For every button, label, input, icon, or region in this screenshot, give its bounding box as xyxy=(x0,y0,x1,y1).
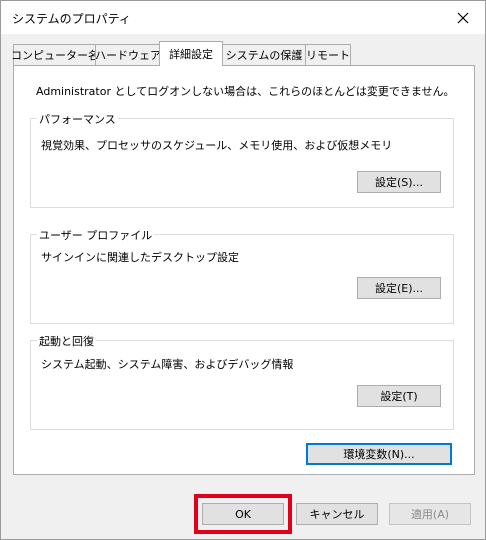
tab-computer-name[interactable]: コンピューター名 xyxy=(11,44,99,65)
startup-recovery-group-title: 起動と回復 xyxy=(37,333,96,349)
window-title: システムのプロパティ xyxy=(12,12,131,26)
performance-group: パフォーマンス 視覚効果、プロセッサのスケジュール、メモリ使用、および仮想メモリ… xyxy=(30,111,454,208)
tab-hardware[interactable]: ハードウェア xyxy=(95,44,161,65)
user-profile-description: サインインに関連したデスクトップ設定 xyxy=(41,251,239,264)
advanced-tab-panel: Administrator としてログオンしない場合は、これらのほとんどは変更で… xyxy=(13,65,475,475)
environment-variables-button[interactable]: 環境変数(N)... xyxy=(306,443,452,465)
user-profile-group: ユーザー プロファイル サインインに関連したデスクトップ設定 設定(E)... xyxy=(30,227,454,324)
apply-button[interactable]: 適用(A) xyxy=(389,503,471,525)
system-properties-dialog: システムのプロパティ コンピューター名 ハードウェア 詳細設定 システムの保護 … xyxy=(0,0,486,540)
tab-advanced[interactable]: 詳細設定 xyxy=(159,41,223,66)
title-bar[interactable]: システムのプロパティ xyxy=(1,1,485,34)
user-profile-settings-button[interactable]: 設定(E)... xyxy=(357,277,441,299)
user-profile-group-title: ユーザー プロファイル xyxy=(37,227,155,243)
performance-settings-button[interactable]: 設定(S)... xyxy=(357,171,441,193)
close-button[interactable] xyxy=(441,1,485,34)
startup-recovery-group: 起動と回復 システム起動、システム障害、およびデバッグ情報 設定(T) xyxy=(30,333,454,430)
tab-remote[interactable]: リモート xyxy=(305,44,351,65)
startup-recovery-settings-button[interactable]: 設定(T) xyxy=(357,385,441,407)
close-icon xyxy=(457,12,469,23)
ok-button-highlight xyxy=(194,494,292,534)
performance-description: 視覚効果、プロセッサのスケジュール、メモリ使用、および仮想メモリ xyxy=(41,139,393,152)
tab-system-protection[interactable]: システムの保護 xyxy=(221,44,307,65)
performance-group-title: パフォーマンス xyxy=(37,111,118,127)
cancel-button[interactable]: キャンセル xyxy=(296,503,378,525)
startup-recovery-description: システム起動、システム障害、およびデバッグ情報 xyxy=(41,358,294,371)
admin-notice: Administrator としてログオンしない場合は、これらのほとんどは変更で… xyxy=(36,85,455,98)
